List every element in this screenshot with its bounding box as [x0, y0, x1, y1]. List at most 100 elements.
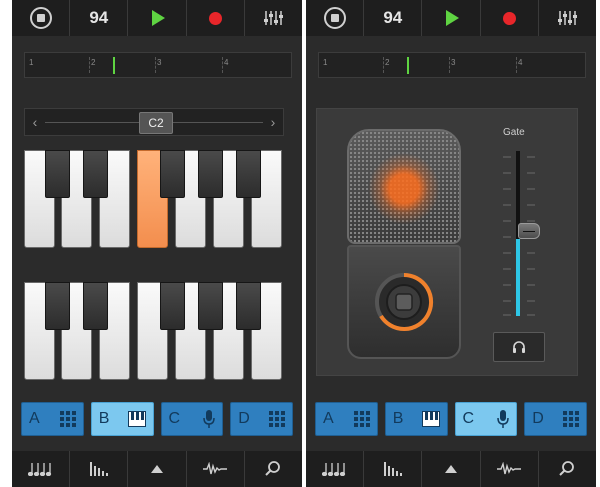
up-arrow-icon	[445, 465, 457, 473]
mixer-button[interactable]	[245, 0, 302, 36]
piano-black-key[interactable]	[236, 150, 261, 198]
notes-icon	[27, 463, 51, 476]
octave-up-arrow-icon[interactable]: ›	[263, 114, 283, 130]
track-d-button[interactable]: D	[230, 402, 293, 436]
track-letter: B	[392, 410, 404, 427]
track-b-button[interactable]: B	[384, 402, 448, 436]
stop-button[interactable]	[306, 0, 365, 36]
levels-icon	[89, 462, 108, 476]
stop-button[interactable]	[12, 0, 71, 36]
waveform-icon	[497, 462, 522, 475]
octave-label[interactable]: C2	[139, 112, 173, 134]
headphones-icon	[513, 341, 525, 353]
piano-black-key[interactable]	[83, 150, 108, 198]
mixer-button[interactable]	[539, 0, 596, 36]
track-letter: B	[98, 410, 110, 427]
keyboard-icon	[421, 411, 440, 427]
octave-down-arrow-icon[interactable]: ‹	[25, 114, 45, 130]
play-button[interactable]	[128, 0, 187, 36]
search-button[interactable]	[245, 451, 302, 487]
monitor-button[interactable]	[493, 332, 545, 362]
drum-grid-icon	[353, 411, 370, 427]
gate-label: Gate	[503, 127, 525, 138]
transport-bar: 94	[306, 0, 596, 36]
track-letter: D	[532, 410, 544, 427]
piano-black-key[interactable]	[160, 150, 185, 198]
track-a-button[interactable]: A	[315, 402, 378, 436]
mixer-icon	[558, 11, 578, 25]
bar-divider	[155, 57, 156, 73]
keyboard-upper	[24, 150, 282, 248]
bar-number: 4	[224, 58, 229, 67]
track-a-button[interactable]: A	[21, 402, 84, 436]
track-c-button[interactable]: C	[160, 402, 224, 436]
drum-grid-icon	[563, 411, 579, 427]
microphone-icon	[497, 410, 509, 428]
gate-fader-handle[interactable]	[518, 223, 540, 239]
record-button[interactable]	[187, 0, 245, 36]
playhead[interactable]	[113, 57, 115, 74]
piano-black-key[interactable]	[236, 282, 261, 330]
tempo-value: 94	[89, 8, 109, 27]
playhead[interactable]	[407, 57, 409, 74]
track-b-button[interactable]: B	[90, 402, 154, 436]
record-button[interactable]	[481, 0, 539, 36]
drum-grid-icon	[59, 411, 76, 427]
play-button[interactable]	[422, 0, 481, 36]
timeline-ruler[interactable]: 1 2 3 4	[318, 52, 586, 78]
mixer-icon	[264, 11, 284, 25]
track-selector: A B C D	[21, 402, 293, 438]
notes-icon	[321, 463, 345, 476]
track-c-button[interactable]: C	[454, 402, 518, 436]
keyboard-icon	[127, 411, 146, 427]
piano-black-key[interactable]	[160, 282, 185, 330]
bottom-toolbar	[12, 451, 302, 487]
keyboard-screen: 94 1 2 3 4 ‹ › C2 A B C D	[12, 0, 302, 487]
tempo-button[interactable]: 94	[70, 0, 129, 36]
levels-icon	[383, 462, 402, 476]
search-button[interactable]	[539, 451, 596, 487]
piano-black-key[interactable]	[45, 282, 70, 330]
piano-black-key[interactable]	[83, 282, 108, 330]
bar-number: 1	[323, 58, 328, 67]
stop-circle-icon	[323, 7, 346, 29]
track-selector: A B C D	[315, 402, 587, 438]
bar-number: 1	[29, 58, 34, 67]
keyboard-lower	[24, 282, 282, 380]
piano-black-key[interactable]	[45, 150, 70, 198]
record-icon	[502, 11, 516, 25]
bar-number: 2	[385, 58, 390, 67]
drum-grid-icon	[269, 411, 285, 427]
bar-divider	[89, 57, 90, 73]
waveform-icon	[203, 462, 228, 475]
bar-divider	[516, 57, 517, 73]
transport-bar: 94	[12, 0, 302, 36]
timeline-ruler[interactable]: 1 2 3 4	[24, 52, 292, 78]
piano-black-key[interactable]	[198, 282, 223, 330]
track-letter: C	[168, 410, 181, 427]
expand-button[interactable]	[128, 451, 187, 487]
track-letter: D	[238, 410, 250, 427]
expand-button[interactable]	[422, 451, 481, 487]
microphone-screen: 94 1 2 3 4 Gate A B C D	[306, 0, 596, 487]
search-icon	[559, 461, 575, 476]
track-d-button[interactable]: D	[524, 402, 587, 436]
bottom-toolbar	[306, 451, 596, 487]
play-icon	[152, 10, 165, 26]
mixer-levels-button[interactable]	[364, 451, 423, 487]
up-arrow-icon	[151, 465, 163, 473]
audio-edit-button[interactable]	[187, 451, 245, 487]
bar-number: 4	[518, 58, 523, 67]
song-view-button[interactable]	[12, 451, 71, 487]
bar-divider	[383, 57, 384, 73]
tempo-button[interactable]: 94	[364, 0, 423, 36]
bar-number: 3	[157, 58, 162, 67]
input-level-ring[interactable]	[373, 271, 435, 333]
audio-edit-button[interactable]	[481, 451, 539, 487]
bar-divider	[222, 57, 223, 73]
mixer-levels-button[interactable]	[70, 451, 129, 487]
song-view-button[interactable]	[306, 451, 365, 487]
piano-black-key[interactable]	[198, 150, 223, 198]
gate-fader-level	[516, 239, 520, 316]
bar-number: 3	[451, 58, 456, 67]
